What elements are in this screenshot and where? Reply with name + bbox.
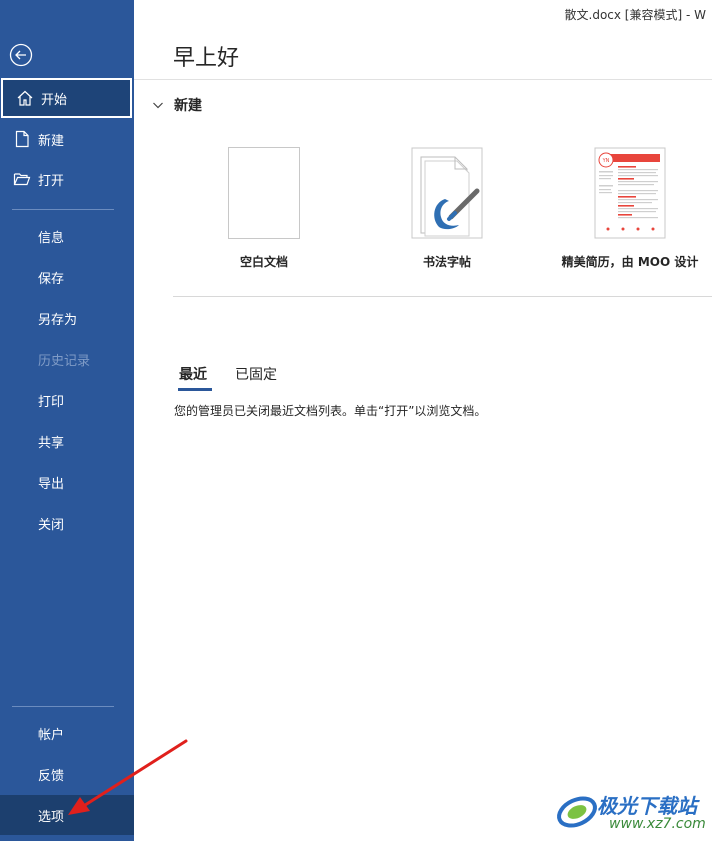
sidebar-item-save-as[interactable]: 另存为: [0, 298, 134, 338]
window-title: 散文.docx [兼容模式] - W: [564, 8, 706, 22]
sidebar-divider: [12, 209, 114, 210]
watermark-logo-icon: [557, 796, 597, 828]
sidebar-item-print[interactable]: 打印: [0, 380, 134, 420]
resume-preview-icon: YN: [594, 147, 666, 239]
section-title: 新建: [174, 98, 202, 114]
template-thumbnail: YN: [594, 147, 666, 239]
new-section-toggle[interactable]: 新建: [152, 95, 202, 115]
sidebar-item-close[interactable]: 关闭: [0, 503, 134, 543]
tab-recent[interactable]: 最近: [179, 364, 207, 384]
chevron-down-icon: [152, 99, 164, 111]
sidebar-item-label: 共享: [38, 435, 65, 451]
active-tab-indicator: [178, 388, 212, 391]
template-thumbnail: [228, 147, 300, 239]
recent-documents-notice: 您的管理员已关闭最近文档列表。单击“打开”以浏览文档。: [174, 404, 487, 418]
sidebar-item-share[interactable]: 共享: [0, 421, 134, 461]
template-calligraphy[interactable]: 书法字帖: [377, 147, 517, 270]
sidebar-item-new[interactable]: 新建: [0, 119, 134, 159]
sidebar-item-label: 信息: [38, 230, 65, 246]
sidebar-item-label: 导出: [38, 476, 65, 492]
template-thumbnail: [411, 147, 483, 239]
tab-pinned[interactable]: 已固定: [235, 364, 277, 384]
sidebar-item-label: 开始: [41, 92, 68, 108]
back-arrow-icon[interactable]: [9, 43, 33, 67]
header-divider: [134, 79, 712, 80]
template-blank-document[interactable]: 空白文档: [194, 147, 334, 270]
watermark-text: 极光下载站: [597, 794, 697, 818]
section-divider: [173, 296, 712, 297]
template-resume-moo[interactable]: YN 精美简历，由 MOO 设计: [560, 147, 700, 270]
calligraphy-brush-icon: [411, 147, 483, 239]
watermark: 极光下载站 www.xz7.com: [555, 788, 706, 838]
sidebar-item-label: 另存为: [38, 312, 78, 328]
template-label: 空白文档: [239, 255, 288, 269]
sidebar-item-label: 新建: [38, 133, 65, 149]
watermark-url: www.xz7.com: [609, 816, 706, 832]
annotation-arrow: [68, 739, 188, 815]
sidebar-item-label: 打印: [38, 394, 65, 410]
backstage-sidebar: 开始 新建 打开 信息 保存 另存为 历史记录 打印 共享 导出 关闭 帐户 反…: [0, 0, 134, 841]
sidebar-item-export[interactable]: 导出: [0, 462, 134, 502]
folder-open-icon: [12, 169, 32, 189]
sidebar-item-history: 历史记录: [0, 339, 134, 379]
resume-badge: YN: [602, 158, 610, 164]
sidebar-item-home[interactable]: 开始: [1, 78, 132, 118]
template-label: 书法字帖: [422, 255, 471, 269]
sidebar-divider: [12, 706, 114, 707]
template-label: 精美简历，由 MOO 设计: [561, 255, 699, 269]
sidebar-item-info[interactable]: 信息: [0, 216, 134, 256]
page-title: 早上好: [173, 46, 240, 71]
sidebar-item-save[interactable]: 保存: [0, 257, 134, 297]
sidebar-item-label: 保存: [38, 271, 65, 287]
new-document-icon: [12, 129, 32, 149]
sidebar-item-label: 历史记录: [38, 353, 91, 369]
sidebar-item-open[interactable]: 打开: [0, 159, 134, 199]
sidebar-item-label: 关闭: [38, 517, 65, 533]
sidebar-item-label: 打开: [38, 173, 65, 189]
home-icon: [15, 88, 35, 108]
